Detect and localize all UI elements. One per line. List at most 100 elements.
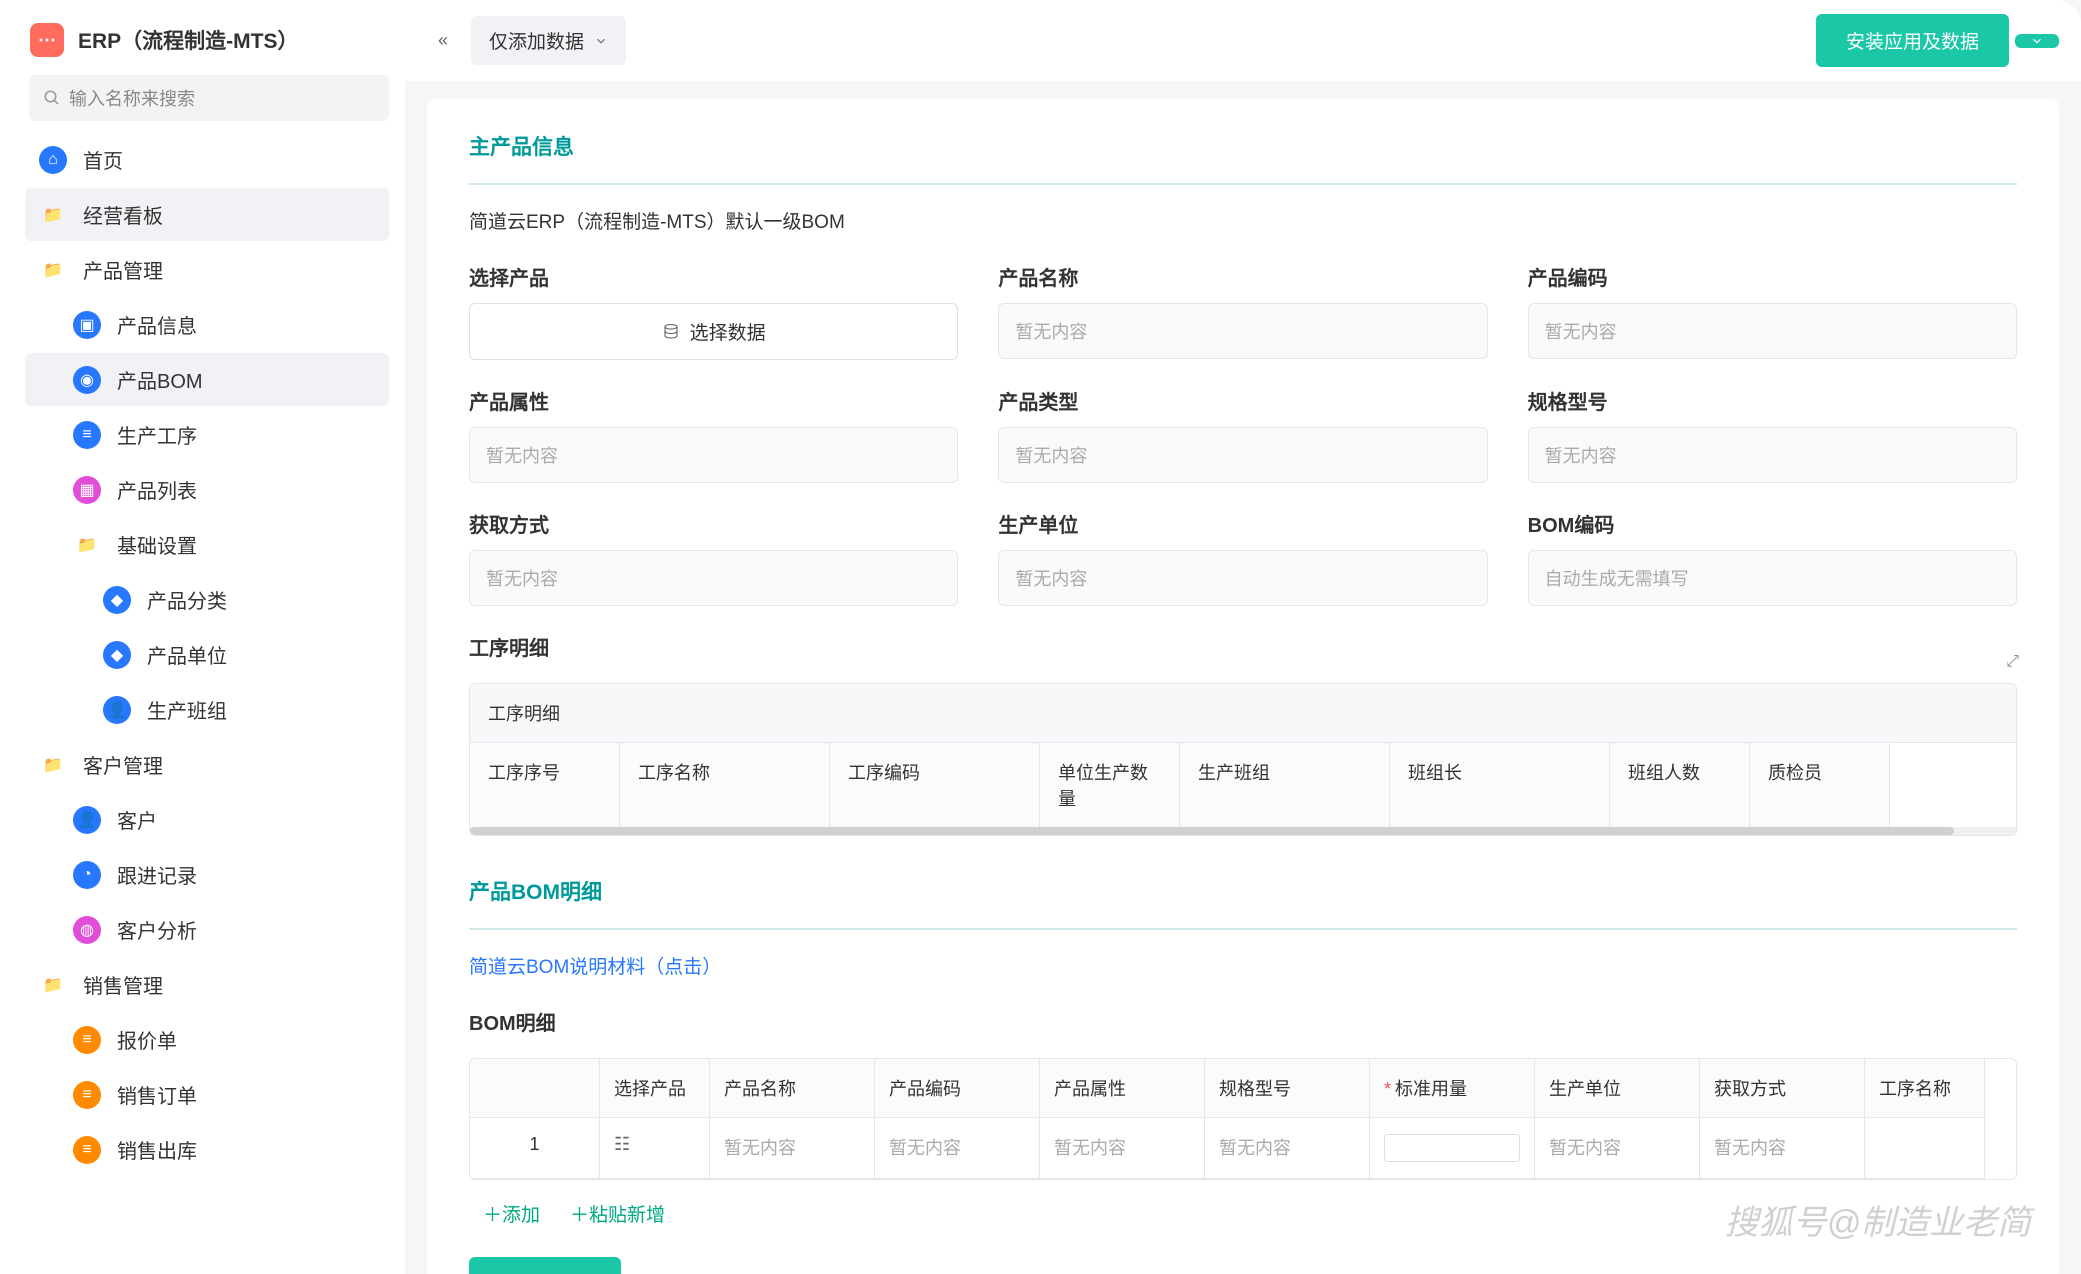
chevron-down-icon (594, 34, 608, 48)
content: 主产品信息 简道云ERP（流程制造-MTS）默认一级BOM 选择产品 选择数据 … (405, 81, 2081, 1274)
nav-followup[interactable]: ◔跟进记录 (25, 848, 389, 901)
bom-col-header: 产品编码 (875, 1059, 1040, 1118)
list-icon: ≡ (73, 421, 101, 449)
nav-product-list[interactable]: ▦产品列表 (25, 463, 389, 516)
label-unit: 生产单位 (998, 509, 1487, 538)
paste-add-button[interactable]: ＋ 粘贴新增 (570, 1200, 665, 1227)
install-caret-button[interactable] (2015, 34, 2059, 48)
doc-icon: ≡ (73, 1081, 101, 1109)
nav-product-info[interactable]: ▣产品信息 (25, 298, 389, 351)
nav-sales-order[interactable]: ≡销售订单 (25, 1068, 389, 1121)
nav-dashboard[interactable]: 📁经营看板 (25, 188, 389, 241)
tag-icon: ◆ (103, 641, 131, 669)
nav-customer[interactable]: 👤客户 (25, 793, 389, 846)
nav-product-cat[interactable]: ◆产品分类 (25, 573, 389, 626)
process-columns: 工序序号工序名称工序编码单位生产数量生产班组班组长班组人数质检员 (470, 743, 2016, 827)
bom-col-header: 产品属性 (1040, 1059, 1205, 1118)
user-icon: 👤 (103, 696, 131, 724)
process-col: 班组长 (1390, 743, 1610, 827)
bom-col-header: 获取方式 (1700, 1059, 1865, 1118)
search-input[interactable]: 输入名称来搜索 (29, 75, 389, 121)
process-col: 工序编码 (830, 743, 1040, 827)
bom-link[interactable]: 简道云BOM说明材料（点击） (469, 952, 2017, 979)
tag-icon: ◆ (103, 586, 131, 614)
label-bom-code: BOM编码 (1528, 509, 2017, 538)
nav: ⌂首页 📁经营看板 📁产品管理 ▣产品信息 ◉产品BOM ≡生产工序 ▦产品列表… (25, 133, 395, 1274)
submit-button[interactable]: 提交 (469, 1257, 621, 1274)
input-unit[interactable]: 暂无内容 (998, 550, 1487, 606)
label-product-name: 产品名称 (998, 262, 1487, 291)
bom-col-header: 规格型号 (1205, 1059, 1370, 1118)
clock-icon: ◔ (73, 861, 101, 889)
label-acquire: 获取方式 (469, 509, 958, 538)
folder-icon: 📁 (73, 531, 101, 559)
nav-sales-out[interactable]: ≡销售出库 (25, 1123, 389, 1176)
nav-product-bom[interactable]: ◉产品BOM (25, 353, 389, 406)
bom-table: 选择产品产品名称产品编码产品属性规格型号*标准用量生产单位获取方式工序名称 1☷… (469, 1058, 2017, 1180)
chevron-down-icon (2030, 34, 2044, 48)
section-desc: 简道云ERP（流程制造-MTS）默认一级BOM (469, 207, 2017, 234)
app-title-row: ⋯ ERP（流程制造-MTS） (25, 15, 395, 75)
bom-cell: 暂无内容 (1535, 1118, 1700, 1179)
input-acquire[interactable]: 暂无内容 (469, 550, 958, 606)
bom-cell: 暂无内容 (875, 1118, 1040, 1179)
bom-cell: 暂无内容 (1040, 1118, 1205, 1179)
nav-home[interactable]: ⌂首页 (25, 133, 389, 186)
process-col: 班组人数 (1610, 743, 1750, 827)
input-bom-code[interactable]: 自动生成无需填写 (1528, 550, 2017, 606)
input-product-attr[interactable]: 暂无内容 (469, 427, 958, 483)
sidebar: ⋯ ERP（流程制造-MTS） 输入名称来搜索 ⌂首页 📁经营看板 📁产品管理 … (0, 0, 405, 1274)
input-product-name[interactable]: 暂无内容 (998, 303, 1487, 359)
select-product-button[interactable]: 选择数据 (469, 303, 958, 360)
input-product-code[interactable]: 暂无内容 (1528, 303, 2017, 359)
nav-product-unit[interactable]: ◆产品单位 (25, 628, 389, 681)
main: « 仅添加数据 安装应用及数据 主产品信息 简道云ERP（流程制造-MTS）默认… (405, 0, 2081, 1274)
label-select-product: 选择产品 (469, 262, 958, 291)
h-scrollbar[interactable] (470, 827, 2016, 835)
nav-customer-analysis[interactable]: ◍客户分析 (25, 903, 389, 956)
divider (469, 928, 2017, 930)
bom-cell[interactable] (1370, 1118, 1535, 1179)
bom-body-row: 1☷暂无内容暂无内容暂无内容暂无内容暂无内容暂无内容 (470, 1118, 2016, 1179)
section-main-product-title: 主产品信息 (469, 131, 2017, 161)
input-spec[interactable]: 暂无内容 (1528, 427, 2017, 483)
grid-icon: ▦ (73, 476, 101, 504)
process-table: 工序明细 工序序号工序名称工序编码单位生产数量生产班组班组长班组人数质检员 (469, 683, 2017, 836)
section-bom-title: 产品BOM明细 (469, 876, 2017, 906)
nav-product-mgmt[interactable]: 📁产品管理 (25, 243, 389, 296)
search-icon (43, 89, 61, 107)
chart-icon: ◍ (73, 916, 101, 944)
bom-sub-title: BOM明细 (469, 1007, 2017, 1036)
input-product-type[interactable]: 暂无内容 (998, 427, 1487, 483)
label-product-type: 产品类型 (998, 386, 1487, 415)
mode-dropdown[interactable]: 仅添加数据 (471, 16, 626, 65)
nav-process[interactable]: ≡生产工序 (25, 408, 389, 461)
divider (469, 183, 2017, 185)
label-spec: 规格型号 (1528, 386, 2017, 415)
install-button[interactable]: 安装应用及数据 (1816, 14, 2009, 67)
doc-icon: ≡ (73, 1136, 101, 1164)
nav-quote[interactable]: ≡报价单 (25, 1013, 389, 1066)
folder-icon: 📁 (39, 971, 67, 999)
select-data-icon[interactable]: ☷ (600, 1118, 710, 1179)
nav-prod-team[interactable]: 👤生产班组 (25, 683, 389, 736)
nav-customer-mgmt[interactable]: 📁客户管理 (25, 738, 389, 791)
nav-sales-mgmt[interactable]: 📁销售管理 (25, 958, 389, 1011)
label-product-code: 产品编码 (1528, 262, 2017, 291)
topbar: « 仅添加数据 安装应用及数据 (405, 0, 2081, 81)
add-row-button[interactable]: ＋ 添加 (483, 1200, 540, 1227)
folder-icon: 📁 (39, 751, 67, 779)
home-icon: ⌂ (39, 146, 67, 174)
expand-icon[interactable]: ⤢ (2006, 653, 2019, 671)
nav-base-setting[interactable]: 📁基础设置 (25, 518, 389, 571)
collapse-sidebar-button[interactable]: « (427, 25, 459, 57)
process-col: 生产班组 (1180, 743, 1390, 827)
database-icon (662, 323, 680, 341)
bom-col-header: 生产单位 (1535, 1059, 1700, 1118)
bom-col-header: 工序名称 (1865, 1059, 1985, 1118)
process-col: 质检员 (1750, 743, 1890, 827)
label-product-attr: 产品属性 (469, 386, 958, 415)
folder-icon: 📁 (39, 201, 67, 229)
doc-icon: ≡ (73, 1026, 101, 1054)
user-icon: 👤 (73, 806, 101, 834)
